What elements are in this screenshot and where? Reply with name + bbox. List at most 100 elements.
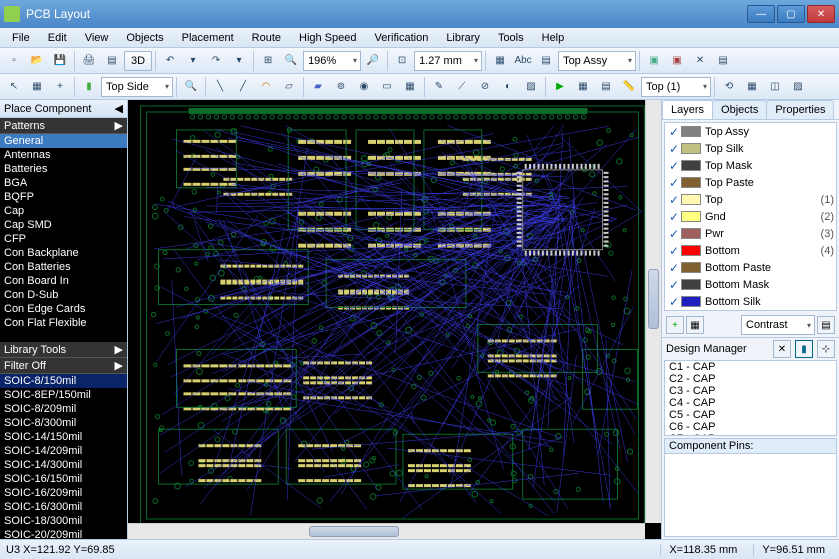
category-item[interactable]: Con Flat Flexible <box>0 316 127 330</box>
layer-color-swatch[interactable] <box>681 126 701 137</box>
menu-file[interactable]: File <box>4 30 38 46</box>
layer-color-swatch[interactable] <box>681 211 701 222</box>
tool-x-icon[interactable]: ▦ <box>741 76 763 98</box>
collapse-left-icon[interactable]: ◀ <box>115 102 123 115</box>
layer-color-swatch[interactable] <box>681 228 701 239</box>
dm-net-icon[interactable]: ⊹ <box>817 340 835 358</box>
part-item[interactable]: SOIC-16/150mil <box>0 472 127 486</box>
3d-button[interactable]: 3D <box>124 51 152 71</box>
menu-placement[interactable]: Placement <box>174 30 242 46</box>
zoom-in-icon[interactable]: 🔍 <box>280 50 302 72</box>
tool-d-icon[interactable]: ◐ <box>497 76 519 98</box>
part-item[interactable]: SOIC-16/300mil <box>0 500 127 514</box>
component-list[interactable]: C1 - CAPC2 - CAPC3 - CAPC4 - CAPC5 - CAP… <box>664 360 837 436</box>
part-item[interactable]: SOIC-16/209mil <box>0 486 127 500</box>
select-icon[interactable]: ↖ <box>3 76 25 98</box>
layer-visible-icon[interactable]: ✓ <box>667 244 681 258</box>
drc-icon[interactable]: ▣ <box>643 50 665 72</box>
layer-props-icon[interactable]: ▦ <box>686 316 704 334</box>
tab-layers[interactable]: Layers <box>662 100 713 119</box>
layer-color-swatch[interactable] <box>681 194 701 205</box>
menu-route[interactable]: Route <box>244 30 289 46</box>
menu-edit[interactable]: Edit <box>40 30 75 46</box>
component-item[interactable]: C7 - CAP <box>665 433 836 436</box>
dm-comp-icon[interactable]: ▮ <box>795 340 813 358</box>
part-item[interactable]: SOIC-8EP/150mil <box>0 388 127 402</box>
contrast-dropdown[interactable]: Contrast <box>741 315 815 335</box>
side-dropdown[interactable]: Top Side <box>101 77 173 97</box>
run-icon[interactable]: ▶ <box>549 76 571 98</box>
zoom-out-icon[interactable]: 🔎 <box>362 50 384 72</box>
part-item[interactable]: SOIC-14/300mil <box>0 458 127 472</box>
redo-drop-icon[interactable]: ▾ <box>228 50 250 72</box>
component-item[interactable]: C5 - CAP <box>665 409 836 421</box>
redo-icon[interactable]: ↷ <box>205 50 227 72</box>
layer-visible-icon[interactable]: ✓ <box>667 278 681 292</box>
menu-library[interactable]: Library <box>438 30 488 46</box>
layer-color-swatch[interactable] <box>681 143 701 154</box>
save-icon[interactable]: 💾 <box>49 50 71 72</box>
layer-color-swatch[interactable] <box>681 262 701 273</box>
layer-row[interactable]: ✓ Top Silk <box>665 140 836 157</box>
grid-dropdown[interactable]: 1.27 mm <box>414 51 482 71</box>
menu-highspeed[interactable]: High Speed <box>291 30 365 46</box>
fill-icon[interactable]: ▰ <box>307 76 329 98</box>
layer-row[interactable]: ✓ Bottom Mask <box>665 276 836 293</box>
route-icon[interactable]: ╲ <box>209 76 231 98</box>
tool-c-icon[interactable]: ⊘ <box>474 76 496 98</box>
tool-b-icon[interactable]: ⟋ <box>451 76 473 98</box>
component-item[interactable]: C6 - CAP <box>665 421 836 433</box>
category-item[interactable]: Cap <box>0 204 127 218</box>
menu-objects[interactable]: Objects <box>118 30 171 46</box>
layer-visible-icon[interactable]: ✓ <box>667 176 681 190</box>
menu-tools[interactable]: Tools <box>490 30 532 46</box>
grid-snap-icon[interactable]: ⊡ <box>391 50 413 72</box>
layer-stack-icon[interactable]: ▤ <box>595 76 617 98</box>
connect-icon[interactable]: ⟲ <box>718 76 740 98</box>
category-item[interactable]: Con Batteries <box>0 260 127 274</box>
layer-row[interactable]: ✓ Pwr (3) <box>665 225 836 242</box>
category-item[interactable]: Cap SMD <box>0 218 127 232</box>
layer-display-dropdown[interactable]: Top Assy <box>558 51 636 71</box>
canvas-scrollbar-v[interactable] <box>645 100 661 523</box>
rect-icon[interactable]: ▭ <box>376 76 398 98</box>
tool-y-icon[interactable]: ◫ <box>764 76 786 98</box>
via2-icon[interactable]: ◉ <box>353 76 375 98</box>
tab-objects[interactable]: Objects <box>712 100 767 119</box>
print-icon[interactable]: 🖨 <box>78 50 100 72</box>
category-item[interactable]: CFP <box>0 232 127 246</box>
category-item[interactable]: Con D-Sub <box>0 288 127 302</box>
menu-view[interactable]: View <box>77 30 117 46</box>
patterns-section[interactable]: Patterns▶ <box>0 118 127 134</box>
menu-verification[interactable]: Verification <box>367 30 437 46</box>
library-tools-section[interactable]: Library Tools▶ <box>0 342 127 358</box>
component-item[interactable]: C2 - CAP <box>665 373 836 385</box>
category-item[interactable]: Con Board In <box>0 274 127 288</box>
layer-color-swatch[interactable] <box>681 177 701 188</box>
component-item[interactable]: C4 - CAP <box>665 397 836 409</box>
sim-icon[interactable]: ▦ <box>572 76 594 98</box>
part-item[interactable]: SOIC-14/150mil <box>0 430 127 444</box>
category-general[interactable]: General <box>0 134 127 148</box>
layer-row[interactable]: ✓ Top (1) <box>665 191 836 208</box>
layer-toggle-icon[interactable]: ▦ <box>489 50 511 72</box>
layer-row[interactable]: ✓ Bottom (4) <box>665 242 836 259</box>
layer-row[interactable]: ✓ Bottom Silk <box>665 293 836 310</box>
zoom-dropdown[interactable]: 196% <box>303 51 361 71</box>
new-icon[interactable]: ▫ <box>3 50 25 72</box>
poly-icon[interactable]: ▱ <box>278 76 300 98</box>
category-item[interactable]: Con Edge Cards <box>0 302 127 316</box>
pan-icon[interactable]: ▦ <box>26 76 48 98</box>
category-item[interactable]: Con Backplane <box>0 246 127 260</box>
part-item[interactable]: SOIC-8/300mil <box>0 416 127 430</box>
layer-visible-icon[interactable]: ✓ <box>667 159 681 173</box>
layer-opts-icon[interactable]: ▤ <box>817 316 835 334</box>
origin-icon[interactable]: + <box>49 76 71 98</box>
via-icon[interactable]: ⊚ <box>330 76 352 98</box>
component-item[interactable]: C1 - CAP <box>665 361 836 373</box>
layer-visible-icon[interactable]: ✓ <box>667 142 681 156</box>
category-item[interactable]: Batteries <box>0 162 127 176</box>
part-item[interactable]: SOIC-18/300mil <box>0 514 127 528</box>
layer-row[interactable]: ✓ Bottom Paste <box>665 259 836 276</box>
grid-icon[interactable]: ▦ <box>399 76 421 98</box>
